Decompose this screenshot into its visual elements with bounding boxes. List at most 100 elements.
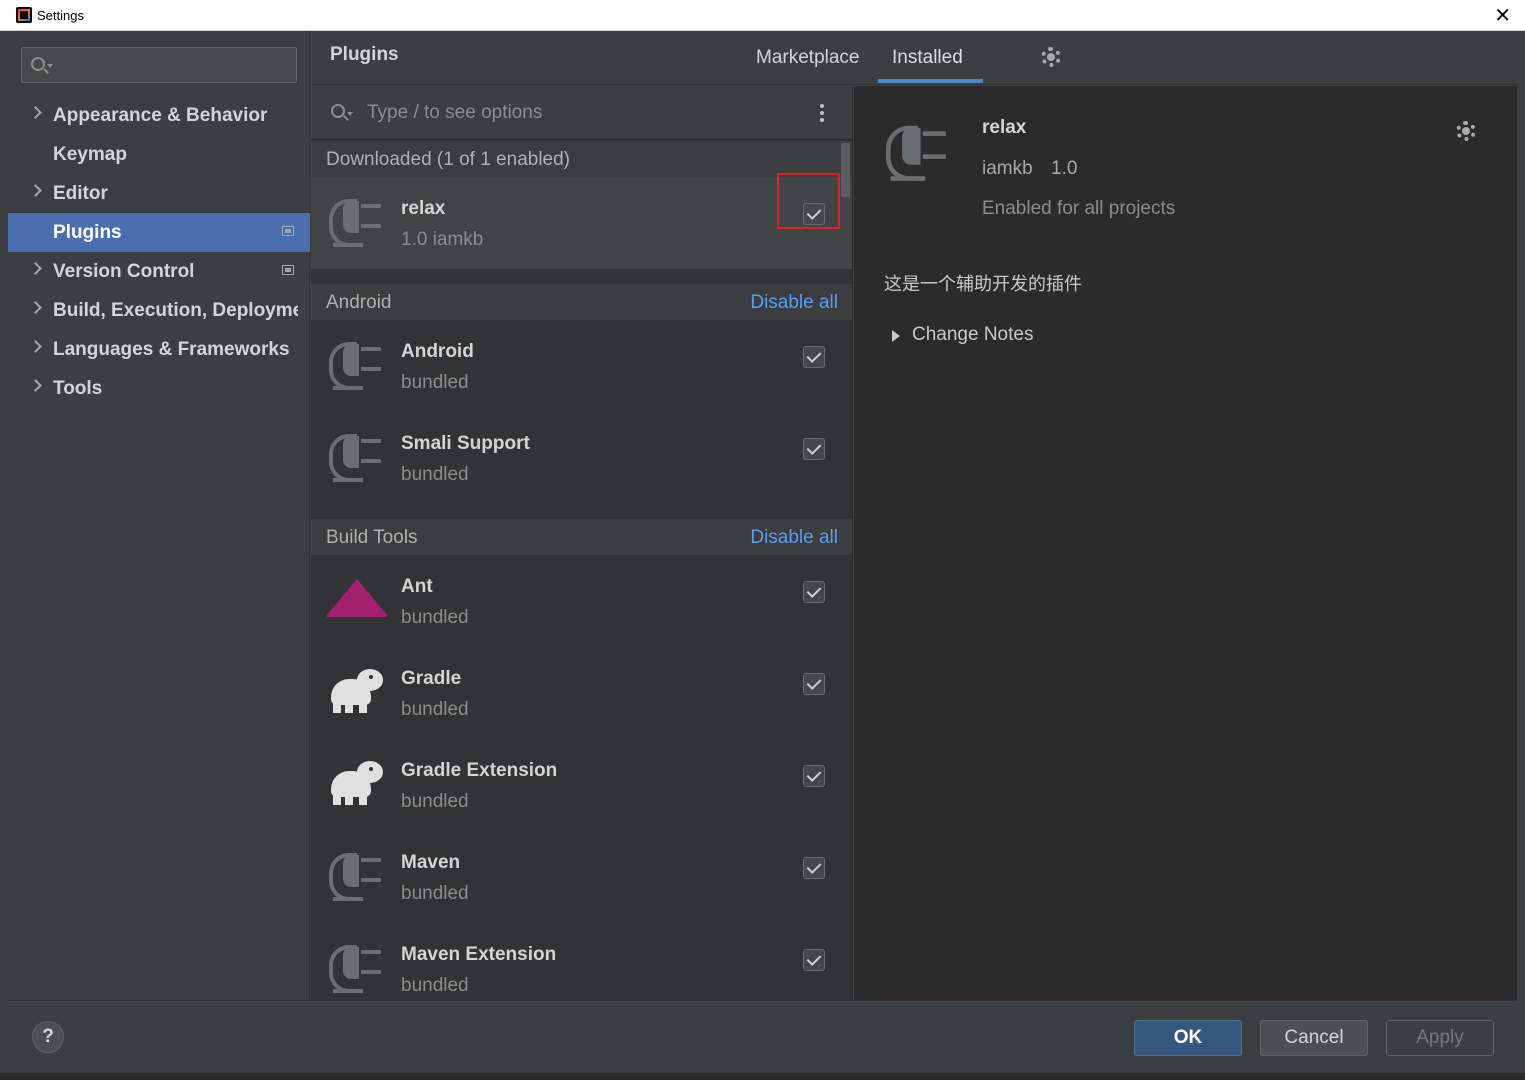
sidebar-item-keymap[interactable]: Keymap bbox=[8, 135, 310, 174]
sidebar-item-appearance-behavior[interactable]: Appearance & Behavior bbox=[8, 96, 310, 135]
plug-icon bbox=[329, 195, 385, 251]
window-title-bar: Settings ✕ bbox=[0, 0, 1525, 31]
plug-icon bbox=[329, 941, 385, 997]
sidebar-item-label: Version Control bbox=[53, 261, 195, 282]
plugin-sub: bundled bbox=[401, 464, 469, 485]
group-header-downloaded: Downloaded (1 of 1 enabled) bbox=[311, 141, 852, 177]
plugin-enabled-checkbox[interactable] bbox=[803, 857, 825, 879]
plugin-row-maven[interactable]: Maven bundled bbox=[311, 831, 852, 923]
change-notes-toggle[interactable]: Change Notes bbox=[912, 324, 1033, 346]
window-title: Settings bbox=[37, 8, 84, 23]
more-options-icon[interactable] bbox=[820, 104, 824, 124]
sidebar-item-label: Languages & Frameworks bbox=[53, 339, 290, 360]
chevron-right-icon[interactable] bbox=[29, 379, 42, 392]
plug-icon bbox=[329, 430, 385, 486]
gradle-elephant-icon bbox=[327, 759, 387, 809]
page-title: Plugins bbox=[330, 44, 399, 65]
chevron-right-icon[interactable] bbox=[29, 262, 42, 275]
plug-icon bbox=[886, 121, 967, 202]
detail-status: Enabled for all projects bbox=[982, 198, 1176, 219]
list-scrollbar[interactable] bbox=[841, 143, 850, 197]
disable-all-link[interactable]: Disable all bbox=[750, 292, 838, 314]
sidebar-item-label: Editor bbox=[53, 183, 108, 204]
sidebar-item-label: Appearance & Behavior bbox=[53, 105, 268, 126]
plugin-enabled-checkbox[interactable] bbox=[803, 765, 825, 787]
chevron-right-icon[interactable] bbox=[29, 301, 42, 314]
chevron-right-icon[interactable] bbox=[29, 340, 42, 353]
sidebar-item-editor[interactable]: Editor bbox=[8, 174, 310, 213]
sidebar-item-label: Keymap bbox=[53, 144, 127, 165]
gear-icon[interactable] bbox=[1456, 121, 1476, 141]
plugin-name: Smali Support bbox=[401, 433, 530, 454]
sidebar-item-label: Plugins bbox=[53, 222, 122, 243]
group-label: Downloaded (1 of 1 enabled) bbox=[326, 149, 571, 170]
plugin-row-maven-extension[interactable]: Maven Extension bundled bbox=[311, 923, 852, 1000]
plugin-version-vendor: 1.0 iamkb bbox=[401, 229, 484, 250]
triangle-right-icon[interactable] bbox=[892, 330, 900, 342]
sidebar-item-label: Tools bbox=[53, 378, 103, 399]
sidebar-item-tools[interactable]: Tools bbox=[8, 369, 310, 408]
sidebar-item-plugins[interactable]: Plugins bbox=[8, 213, 310, 252]
plugin-name: Gradle bbox=[401, 668, 462, 689]
sidebar-item-build-execution-deployment[interactable]: Build, Execution, Deployment bbox=[8, 291, 310, 330]
settings-dialog: Appearance & Behavior Keymap Editor Plug… bbox=[8, 31, 1517, 1073]
cancel-button[interactable]: Cancel bbox=[1260, 1020, 1368, 1056]
plugin-enabled-checkbox[interactable] bbox=[803, 673, 825, 695]
plugin-sub: bundled bbox=[401, 607, 469, 628]
plugin-sub: bundled bbox=[401, 699, 469, 720]
plugin-search-placeholder: Type / to see options bbox=[367, 102, 543, 123]
disable-all-link[interactable]: Disable all bbox=[750, 527, 838, 549]
search-icon bbox=[31, 57, 45, 71]
plugin-row-smali-support[interactable]: Smali Support bundled bbox=[311, 412, 852, 504]
plugin-enabled-checkbox[interactable] bbox=[803, 438, 825, 460]
plugin-sub: bundled bbox=[401, 883, 469, 904]
plugin-enabled-checkbox[interactable] bbox=[803, 581, 825, 603]
intellij-logo-icon bbox=[16, 7, 32, 23]
gradle-elephant-icon bbox=[327, 667, 387, 717]
group-label: Build Tools bbox=[326, 527, 418, 548]
search-history-caret-icon[interactable] bbox=[347, 112, 353, 116]
plugin-row-relax[interactable]: relax 1.0 iamkb bbox=[311, 177, 852, 269]
sidebar-item-label: Build, Execution, Deployment bbox=[53, 300, 298, 321]
annotation-highlight-box bbox=[777, 173, 840, 229]
plugin-enabled-checkbox[interactable] bbox=[803, 346, 825, 368]
group-header-android: Android Disable all bbox=[311, 284, 852, 320]
close-icon[interactable]: ✕ bbox=[1494, 3, 1511, 27]
project-level-icon bbox=[282, 226, 294, 236]
tab-marketplace[interactable]: Marketplace bbox=[756, 47, 860, 69]
background-ide-right bbox=[1517, 31, 1525, 1080]
plugin-enabled-checkbox[interactable] bbox=[803, 949, 825, 971]
plugin-list-panel: Type / to see options Downloaded (1 of 1… bbox=[311, 86, 853, 1000]
group-label: Android bbox=[326, 292, 392, 313]
plugin-row-gradle-extension[interactable]: Gradle Extension bundled bbox=[311, 739, 852, 831]
detail-vendor[interactable]: iamkb bbox=[982, 158, 1033, 180]
group-header-build-tools: Build Tools Disable all bbox=[311, 519, 852, 555]
plugin-row-gradle[interactable]: Gradle bundled bbox=[311, 647, 852, 739]
apply-button[interactable]: Apply bbox=[1386, 1020, 1494, 1056]
search-icon bbox=[331, 104, 345, 118]
chevron-right-icon[interactable] bbox=[29, 184, 42, 197]
gear-icon[interactable] bbox=[1041, 47, 1061, 67]
sidebar-item-version-control[interactable]: Version Control bbox=[8, 252, 310, 291]
ok-button[interactable]: OK bbox=[1134, 1020, 1242, 1056]
help-button[interactable]: ? bbox=[32, 1021, 64, 1053]
plugin-name: Maven Extension bbox=[401, 944, 557, 965]
plugin-row-android[interactable]: Android bundled bbox=[311, 320, 852, 412]
plugin-name: Maven bbox=[401, 852, 461, 873]
search-history-caret-icon[interactable] bbox=[47, 64, 53, 68]
plug-icon bbox=[329, 849, 385, 905]
project-level-icon bbox=[282, 265, 294, 275]
ant-icon bbox=[327, 579, 387, 619]
detail-version: 1.0 bbox=[1051, 158, 1078, 179]
background-ide-left bbox=[0, 31, 8, 1080]
chevron-right-icon[interactable] bbox=[29, 106, 42, 119]
plugin-sub: bundled bbox=[401, 975, 469, 996]
settings-search-input[interactable] bbox=[21, 47, 297, 83]
plugins-header: Plugins Marketplace Installed bbox=[311, 31, 1517, 85]
plugin-search-input[interactable]: Type / to see options bbox=[311, 86, 852, 140]
tab-installed[interactable]: Installed bbox=[892, 47, 963, 69]
plugin-row-ant[interactable]: Ant bundled bbox=[311, 555, 852, 647]
plugin-sub: bundled bbox=[401, 372, 469, 393]
sidebar-item-languages-frameworks[interactable]: Languages & Frameworks bbox=[8, 330, 310, 369]
plugin-sub: bundled bbox=[401, 791, 469, 812]
